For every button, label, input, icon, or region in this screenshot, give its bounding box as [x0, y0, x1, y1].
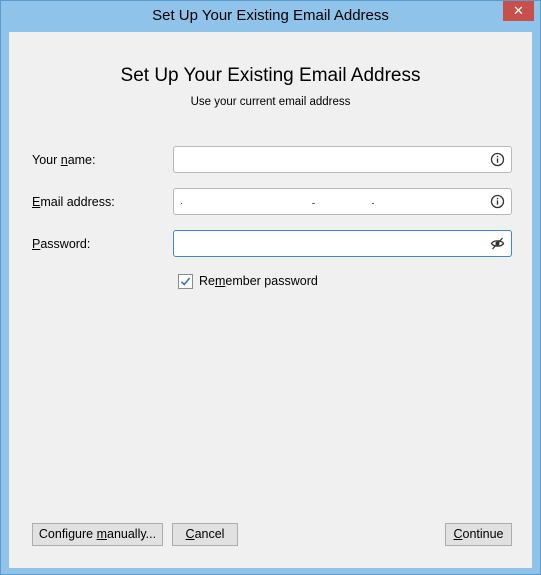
eye-slash-icon[interactable]	[490, 236, 505, 251]
title-bar[interactable]: Set Up Your Existing Email Address ✕	[1, 1, 540, 31]
password-input[interactable]	[180, 234, 480, 253]
page-title: Set Up Your Existing Email Address	[120, 65, 421, 86]
remember-password-label[interactable]: Remember password	[199, 274, 318, 288]
configure-manually-button[interactable]: Configure manually...	[32, 523, 163, 546]
name-label: Your name:	[32, 153, 96, 167]
dialog-window: Set Up Your Existing Email Address ✕ Set…	[0, 0, 541, 575]
continue-button[interactable]: Continue	[445, 523, 512, 546]
remember-password-checkbox[interactable]	[178, 274, 193, 289]
window-title: Set Up Your Existing Email Address	[152, 7, 389, 24]
page-subtitle: Use your current email address	[190, 96, 351, 108]
close-button[interactable]: ✕	[503, 1, 534, 21]
close-icon: ✕	[513, 3, 524, 18]
redacted-email-marks	[180, 203, 380, 209]
dialog-content: Set Up Your Existing Email Address Use y…	[9, 32, 532, 568]
info-icon[interactable]	[490, 194, 505, 209]
check-mark-icon	[180, 277, 191, 286]
password-label: Password:	[32, 237, 91, 251]
info-icon[interactable]	[490, 152, 505, 167]
email-field[interactable]	[173, 188, 512, 215]
email-label: Email address:	[32, 195, 115, 209]
password-field[interactable]	[173, 230, 512, 257]
name-field[interactable]	[173, 146, 512, 173]
cancel-button[interactable]: Cancel	[172, 523, 238, 546]
name-input[interactable]	[180, 150, 480, 169]
